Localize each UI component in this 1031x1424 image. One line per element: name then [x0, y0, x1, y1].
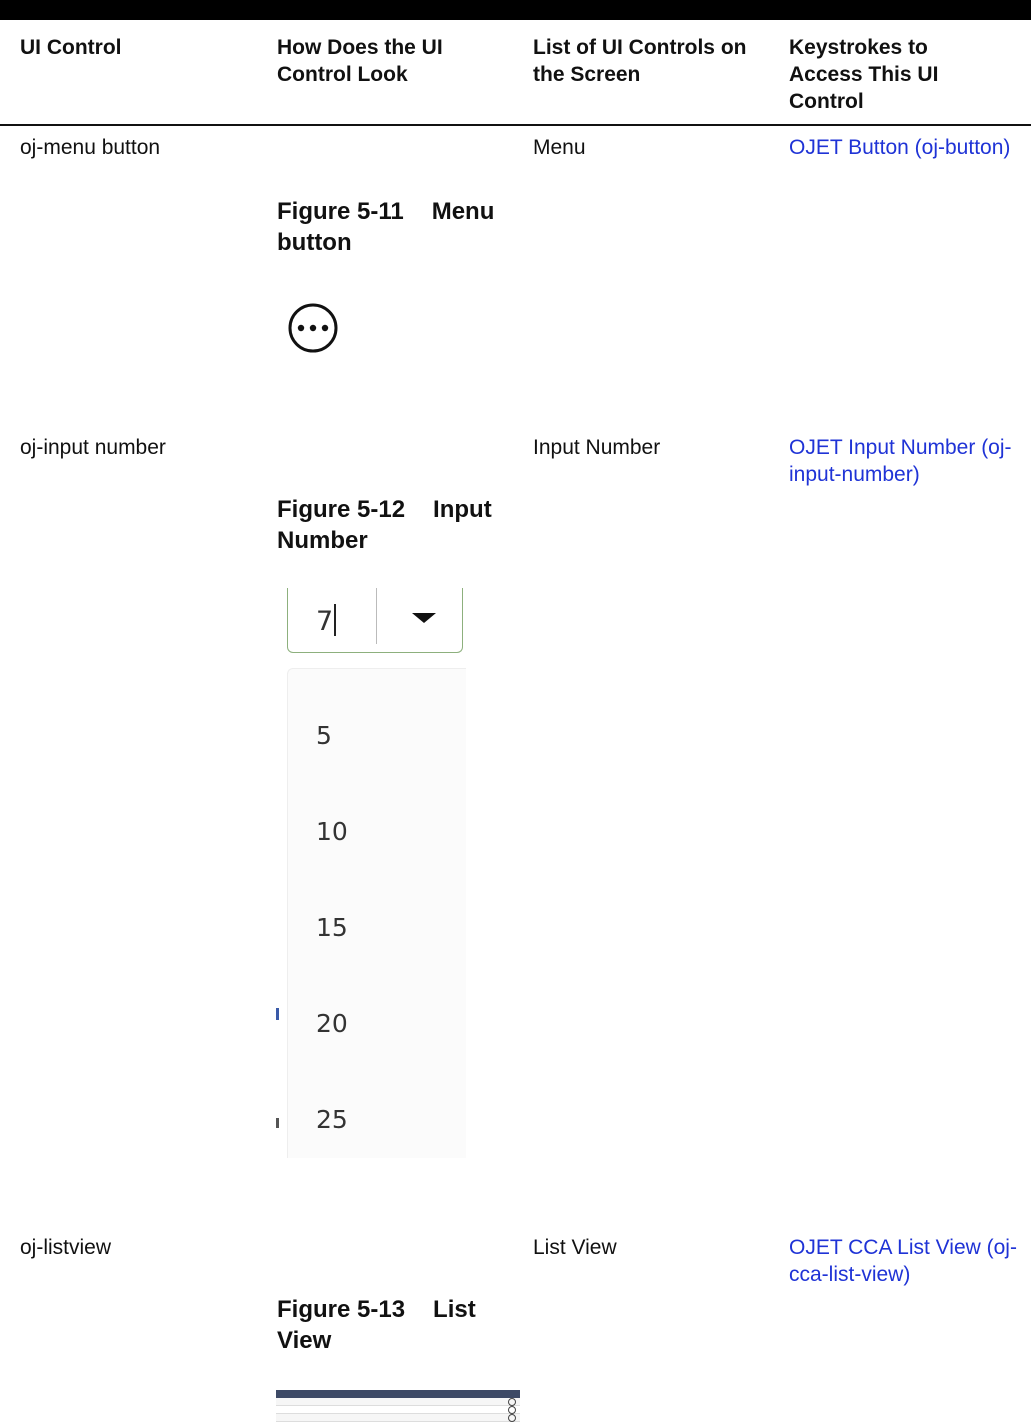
- figure-number: Figure 5-11: [277, 198, 404, 225]
- row-menu-icon: [508, 1414, 516, 1422]
- row-control-menu-button: oj-menu button: [20, 136, 161, 159]
- row-screen-control-menu: Menu: [533, 136, 586, 159]
- number-input-field[interactable]: 7: [287, 588, 463, 653]
- figure-number: Figure 5-12: [277, 496, 406, 523]
- list-row: [276, 1398, 520, 1406]
- ellipsis-circle-icon: [288, 303, 338, 353]
- text-caret: [334, 604, 336, 636]
- list-view-header: [276, 1390, 520, 1398]
- link-ojet-input-number[interactable]: OJET Input Number (oj-input-number): [789, 434, 1029, 488]
- header-list-controls: List of UI Controls on the Screen: [533, 36, 747, 86]
- list-row: [276, 1406, 520, 1414]
- row-screen-control-input-number: Input Number: [533, 436, 661, 459]
- edge-artifact: [276, 1008, 279, 1020]
- number-option[interactable]: 25: [316, 1105, 348, 1134]
- number-input-value: 7: [316, 606, 334, 637]
- number-option[interactable]: 10: [316, 817, 348, 846]
- top-rule: [0, 0, 1031, 20]
- number-option[interactable]: 5: [316, 721, 332, 750]
- figure-number: Figure 5-13: [277, 1296, 406, 1323]
- header-ui-control: UI Control: [20, 36, 122, 59]
- row-control-input-number: oj-input number: [20, 436, 166, 459]
- header-how-look: How Does the UI Control Look: [277, 36, 443, 86]
- number-option[interactable]: 15: [316, 913, 348, 942]
- header-keystrokes: Keystrokes to Access This UI Control: [789, 36, 939, 113]
- dropdown-arrow-icon[interactable]: [412, 613, 436, 623]
- input-number-screenshot: 7 5 10 15 20 25: [276, 588, 466, 1158]
- row-control-listview: oj-listview: [20, 1236, 112, 1259]
- number-options-list: 5 10 15 20 25: [287, 668, 466, 1158]
- figure-caption-5-11: Figure 5-11 Menu button: [277, 196, 522, 258]
- header-divider: [0, 124, 1031, 126]
- row-menu-icon: [508, 1398, 516, 1406]
- link-ojet-cca-list-view[interactable]: OJET CCA List View (oj-cca-list-view): [789, 1234, 1029, 1288]
- row-screen-control-list-view: List View: [533, 1236, 617, 1259]
- edge-artifact: [276, 1118, 279, 1128]
- figure-caption-5-12: Figure 5-12 Input Number: [277, 494, 522, 556]
- list-row: [276, 1414, 520, 1422]
- row-menu-icon: [508, 1406, 516, 1414]
- list-view-thumbnail: [276, 1390, 520, 1424]
- link-ojet-button[interactable]: OJET Button (oj-button): [789, 134, 1029, 161]
- number-option[interactable]: 20: [316, 1009, 348, 1038]
- figure-caption-5-13: Figure 5-13 List View: [277, 1294, 522, 1356]
- field-separator: [376, 588, 377, 644]
